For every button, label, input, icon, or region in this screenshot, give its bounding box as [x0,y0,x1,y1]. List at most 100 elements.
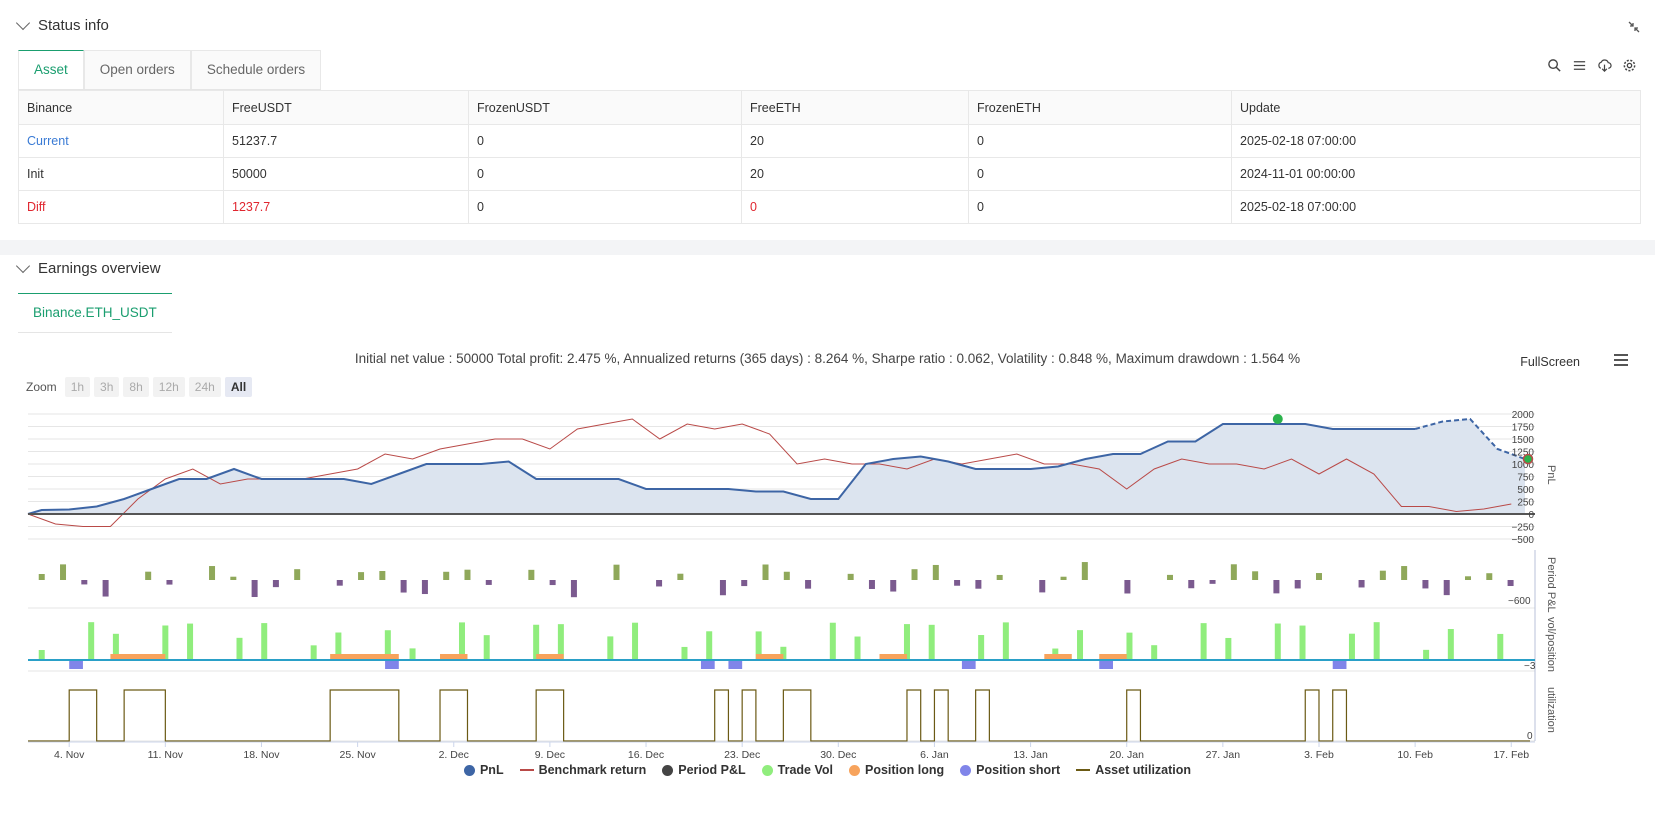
x-tick-label: 11. Nov [148,749,184,761]
table-cell: 20 [741,124,969,158]
period-pnl-bar [1209,580,1216,584]
trade-vol-bar [261,623,268,660]
legend-trade-vol[interactable]: Trade Vol [761,763,833,777]
period-pnl-bar [272,580,279,588]
download-icon[interactable] [1597,58,1612,73]
zoom-controls: Zoom 1h 3h 8h 12h 24h All [26,377,253,397]
x-tick-label: 17. Feb [1493,749,1529,761]
period-pnl-bar [975,580,982,589]
legend-label: Trade Vol [777,763,833,777]
period-pnl-bar [1230,564,1237,580]
trade-vol-bar [1002,622,1009,660]
earnings-header[interactable]: Earnings overview [15,258,161,277]
zoom-8h-button[interactable]: 8h [123,377,149,397]
period-pnl-bar [464,569,471,580]
period-pnl-bar [102,580,109,597]
table-row: Diff 1237.7 0 0 0 2025-02-18 07:00:00 [18,190,1641,224]
tab-binance-eth-usdt[interactable]: Binance.ETH_USDT [18,293,172,332]
col-header: Binance [18,90,224,125]
trade-vol-bars [28,622,1535,669]
table-cell: 0 [741,190,969,224]
x-tick-label: 4. Nov [54,749,85,761]
x-tick-label: 2. Dec [439,749,469,761]
legend-position-long[interactable]: Position long [848,763,944,777]
collapse-icon[interactable] [1627,20,1641,34]
trade-vol-bar [607,636,614,660]
period-pnl-bar [1273,580,1280,594]
legend-asset-utilization[interactable]: Asset utilization [1076,763,1191,777]
status-panel: Status info Asset Open orders Schedule o… [0,0,1655,240]
table-cell: 0 [468,190,742,224]
legend-pnl[interactable]: PnL [463,763,504,777]
period-pnl-bar [1315,573,1322,580]
earnings-tabs: Binance.ETH_USDT [18,293,172,333]
zoom-12h-button[interactable]: 12h [152,377,185,397]
trade-vol-bar [1274,623,1281,660]
legend-period-pnl[interactable]: Period P&L [662,763,746,777]
trade-vol-bar [978,635,985,660]
zoom-all-button[interactable]: All [224,377,253,397]
period-pnl-bar [783,571,790,580]
trade-vol-bar [409,648,416,660]
asset-utilization-line [28,689,1530,742]
gear-icon[interactable] [1622,58,1637,73]
zoom-label: Zoom [26,380,57,394]
chart-legend: PnL Benchmark return Period P&L Trade Vo… [0,763,1655,777]
x-tick-label: 25. Nov [340,749,377,761]
search-icon[interactable] [1547,58,1562,73]
x-tick-label: 23. Dec [724,749,760,761]
period-pnl-bar [656,580,663,587]
earnings-chart[interactable]: 200017501500125010007505002500−250−500 P… [0,405,1655,765]
legend-marker [848,764,860,776]
table-cell: 1237.7 [223,190,469,224]
y-tick-label: 0 [1528,510,1534,521]
tab-schedule-orders[interactable]: Schedule orders [190,50,322,89]
status-title: Status info [38,17,109,34]
legend-label: Period P&L [678,763,746,777]
period-pnl-bar [1486,573,1493,580]
period-pnl-bar [145,571,152,580]
legend-label: Benchmark return [538,763,647,777]
period-pnl-bar [847,573,854,580]
legend-marker [761,764,773,776]
period-pnl-bar [1060,576,1067,580]
trade-vol-bar [483,635,490,660]
trade-vol-bar [88,622,95,660]
x-tick-label: 18. Nov [243,749,280,761]
period-pnl-bar [400,580,407,593]
pnl-area [28,419,1525,514]
period-pnl-bar [1039,580,1046,593]
zoom-1h-button[interactable]: 1h [64,377,91,397]
chevron-down-icon[interactable] [15,15,31,31]
legend-position-short[interactable]: Position short [960,763,1060,777]
fullscreen-button[interactable]: FullScreen [1520,355,1580,369]
axis-label-period-pnl: Period P&L [1545,557,1557,613]
zoom-24h-button[interactable]: 24h [188,377,221,397]
table-cell: 0 [468,124,742,158]
trade-vol-bar [236,637,243,660]
row-label-current[interactable]: Current [18,124,224,158]
position-short-bar [1332,660,1347,669]
table-cell: 2025-02-18 07:00:00 [1231,124,1641,158]
trade-marker-icon[interactable] [1272,414,1283,424]
hamburger-menu-icon[interactable] [1613,353,1629,367]
period-pnl-bar [1443,580,1450,596]
table-header-row: Binance FreeUSDT FrozenUSDT FreeETH Froz… [18,90,1641,125]
trade-vol-bar [706,631,713,660]
tab-asset[interactable]: Asset [18,50,84,89]
x-axis-ticks: 4. Nov 11. Nov 18. Nov 25. Nov 2. Dec 9. Dec 1… [28,741,1535,761]
zoom-3h-button[interactable]: 3h [94,377,120,397]
trade-vol-bar [829,622,836,660]
period-pnl-bar [443,571,450,580]
col-header: FrozenUSDT [468,90,742,125]
status-header[interactable]: Status info [15,15,109,34]
list-icon[interactable] [1572,58,1587,73]
period-pnl-bar [1507,580,1514,587]
table-cell: 2024-11-01 00:00:00 [1231,157,1641,191]
tab-open-orders[interactable]: Open orders [83,50,191,89]
period-pnl-bar [485,580,492,585]
legend-benchmark[interactable]: Benchmark return [519,763,647,777]
chevron-down-icon[interactable] [15,258,31,274]
y-tick-label: 750 [1517,473,1534,484]
period-pnl-bar [528,569,535,580]
